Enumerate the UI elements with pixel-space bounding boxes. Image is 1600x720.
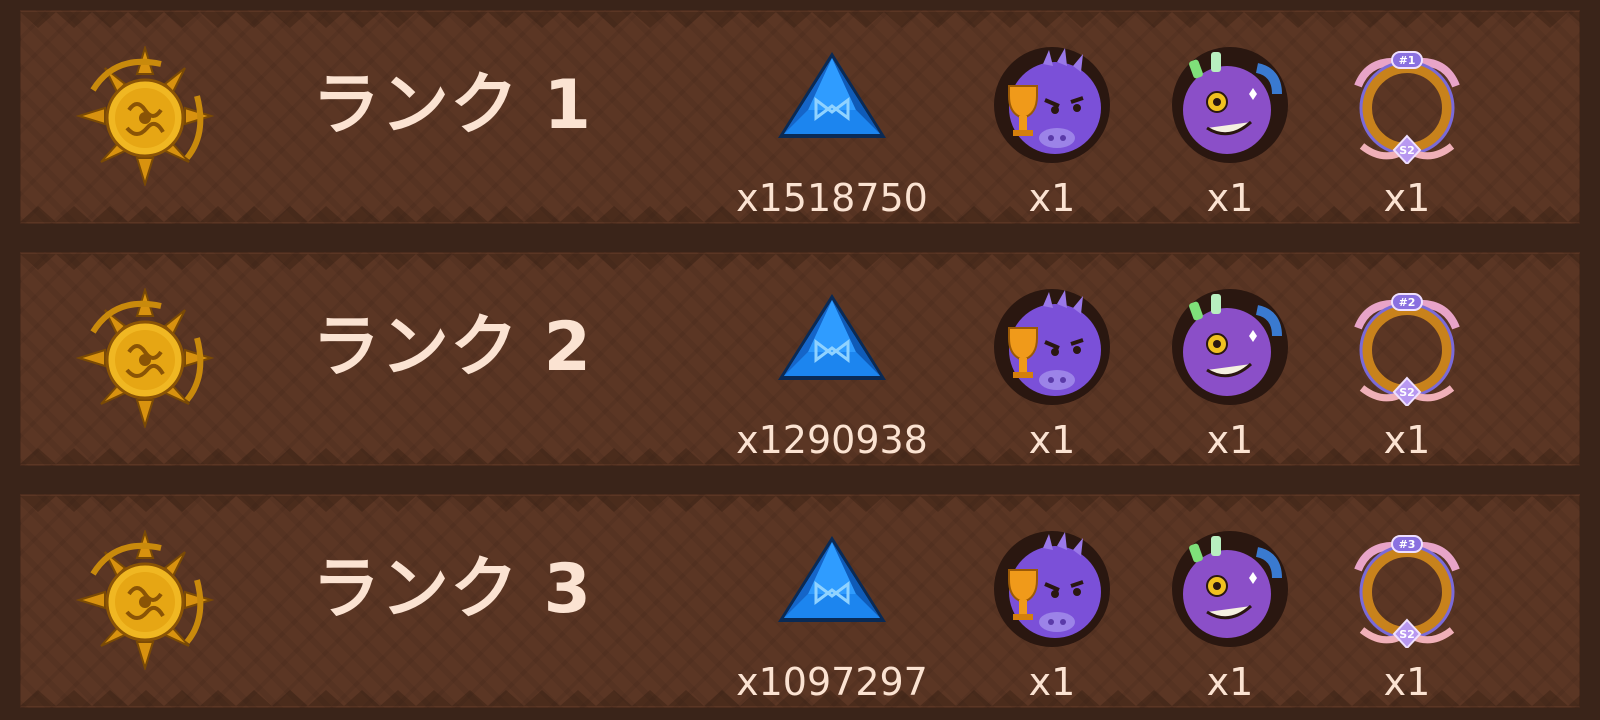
purple-axie-trophy-icon xyxy=(993,288,1111,406)
rank-title: ランク 2 xyxy=(312,308,592,387)
pattern-band-top xyxy=(20,496,1580,514)
frame-rank-badge: #2 xyxy=(1399,296,1416,309)
reward-quantity: x1 xyxy=(1028,176,1076,220)
reward-axie-grin: x1 xyxy=(1150,38,1310,220)
reward-quantity: x1 xyxy=(1028,418,1076,462)
reward-quantity: x1 xyxy=(1028,660,1076,704)
reward-rank-frame: #1 S2 x1 xyxy=(1327,38,1487,220)
purple-axie-grin-icon xyxy=(1171,288,1289,406)
reward-axie-grin: x1 xyxy=(1150,522,1310,704)
blue-crystal-gem-icon xyxy=(770,38,894,162)
golden-sun-emblem-icon xyxy=(75,44,215,188)
frame-rank-badge: #3 xyxy=(1399,538,1416,551)
golden-sun-emblem-icon xyxy=(75,528,215,672)
reward-quantity: x1290938 xyxy=(736,418,928,462)
reward-quantity: x1 xyxy=(1206,660,1254,704)
frame-season-badge: S2 xyxy=(1399,386,1415,399)
rank-row: ランク 3 x1097297 x1 x1 #3 S2 x1 xyxy=(20,494,1580,708)
purple-axie-grin-icon xyxy=(1171,530,1289,648)
reward-rank-frame: #3 S2 x1 xyxy=(1327,522,1487,704)
rank-frame-icon: #1 S2 xyxy=(1348,46,1466,166)
reward-quantity: x1 xyxy=(1383,660,1431,704)
frame-season-badge: S2 xyxy=(1399,144,1415,157)
reward-quantity: x1 xyxy=(1383,176,1431,220)
rank-frame-icon: #3 S2 xyxy=(1348,530,1466,650)
reward-axie-trophy: x1 xyxy=(972,522,1132,704)
reward-quantity: x1097297 xyxy=(736,660,928,704)
pattern-band-top xyxy=(20,254,1580,272)
pattern-band-top xyxy=(20,12,1580,30)
rank-title: ランク 3 xyxy=(312,550,592,629)
reward-axie-trophy: x1 xyxy=(972,38,1132,220)
purple-axie-trophy-icon xyxy=(993,46,1111,164)
purple-axie-trophy-icon xyxy=(993,530,1111,648)
rank-row: ランク 1 x1518750 x1 x1 #1 S2 x1 xyxy=(20,10,1580,224)
blue-crystal-gem-icon xyxy=(770,280,894,404)
rank-row: ランク 2 x1290938 x1 x1 #2 S2 x1 xyxy=(20,252,1580,466)
reward-rank-frame: #2 S2 x1 xyxy=(1327,280,1487,462)
reward-quantity: x1 xyxy=(1383,418,1431,462)
frame-season-badge: S2 xyxy=(1399,628,1415,641)
rank-reward-list: ランク 1 x1518750 x1 x1 #1 S2 x1 ランク 2 x129… xyxy=(20,10,1580,708)
golden-sun-emblem-icon xyxy=(75,286,215,430)
rank-title: ランク 1 xyxy=(312,66,592,145)
frame-rank-badge: #1 xyxy=(1399,54,1416,67)
reward-quantity: x1 xyxy=(1206,418,1254,462)
blue-crystal-gem-icon xyxy=(770,522,894,646)
reward-axie-trophy: x1 xyxy=(972,280,1132,462)
rank-frame-icon: #2 S2 xyxy=(1348,288,1466,408)
reward-quantity: x1518750 xyxy=(736,176,928,220)
reward-axie-grin: x1 xyxy=(1150,280,1310,462)
reward-gem: x1290938 xyxy=(732,280,932,462)
reward-gem: x1518750 xyxy=(732,38,932,220)
reward-gem: x1097297 xyxy=(732,522,932,704)
purple-axie-grin-icon xyxy=(1171,46,1289,164)
reward-quantity: x1 xyxy=(1206,176,1254,220)
